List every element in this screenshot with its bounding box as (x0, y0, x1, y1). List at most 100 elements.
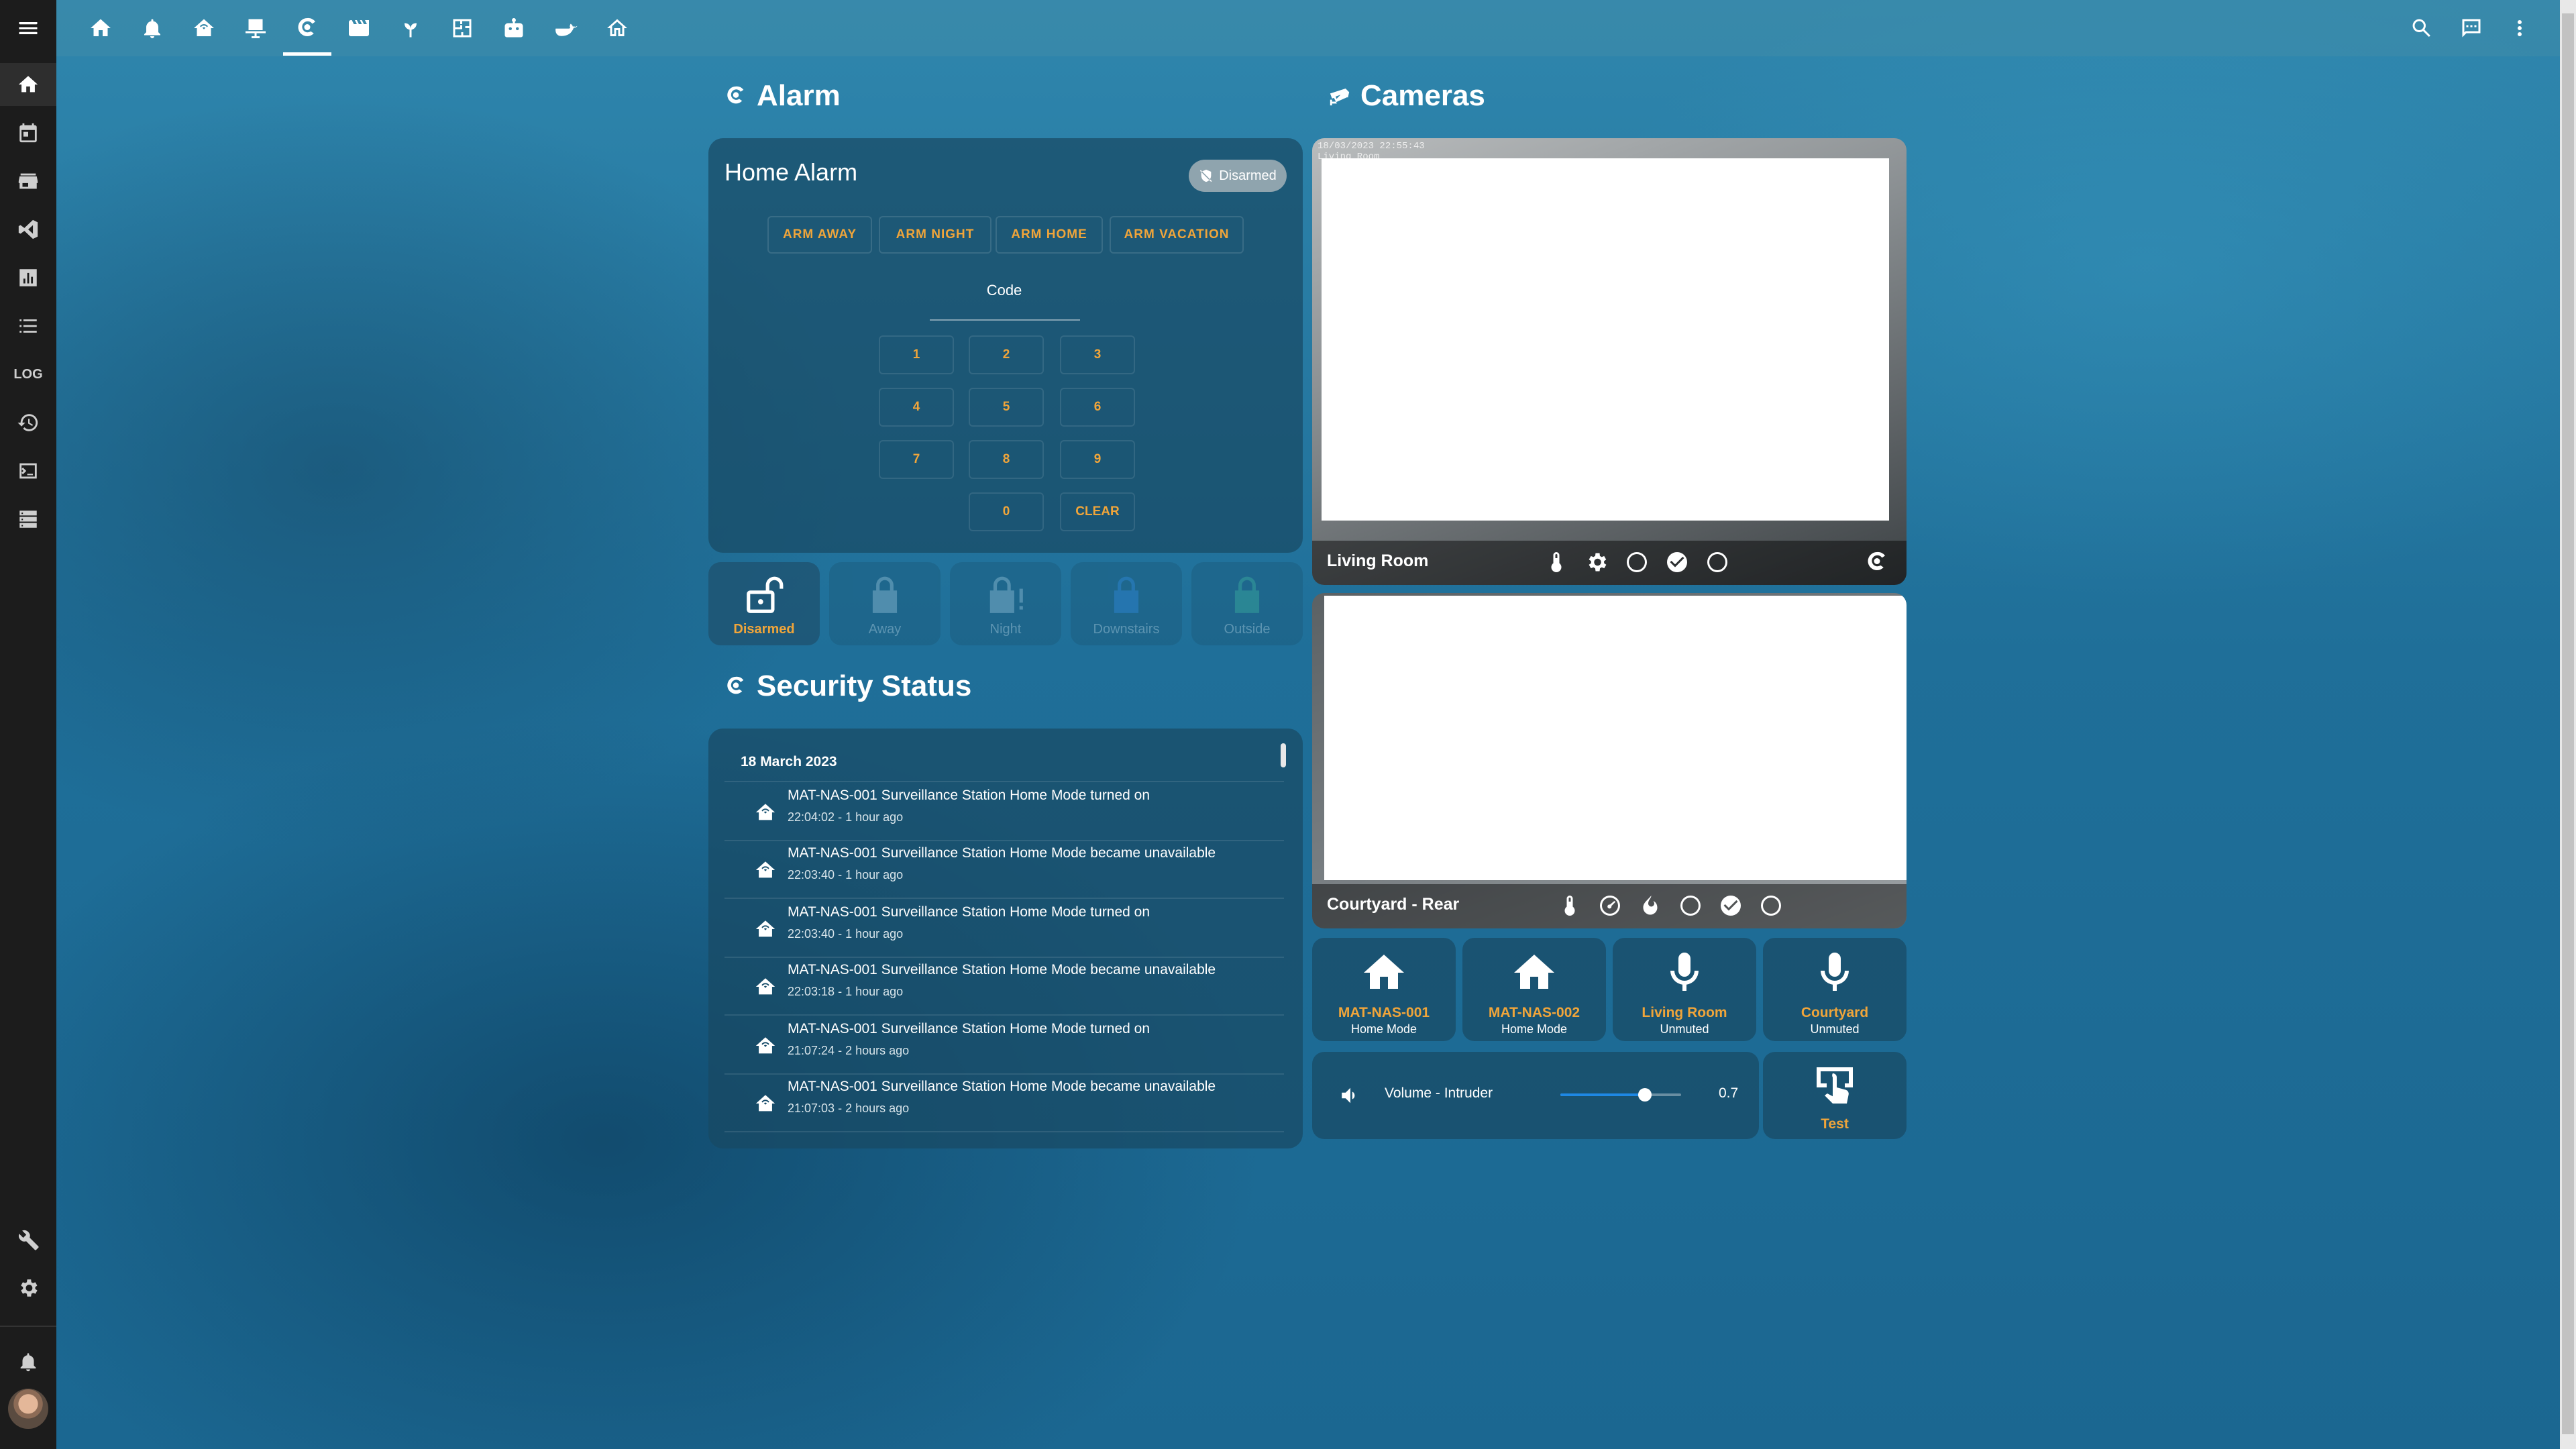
circle-outline-icon[interactable] (1678, 894, 1703, 918)
logbook-entry-time: 22:03:40 - 1 hour ago (788, 927, 904, 941)
keypad-5[interactable]: 5 (969, 388, 1044, 427)
tab-notifications[interactable] (136, 12, 168, 44)
keypad-8[interactable]: 8 (969, 440, 1044, 479)
logbook-entry-time: 22:04:02 - 1 hour ago (788, 810, 904, 824)
circle-outline-icon[interactable] (1625, 550, 1649, 574)
log-icon: LOG (13, 366, 43, 382)
tile-name: MAT-NAS-001 (1338, 1005, 1430, 1020)
arm-home-button[interactable]: ARM HOME (996, 216, 1103, 254)
menu-toggle[interactable] (12, 12, 44, 44)
sidebar-item-overview[interactable] (0, 63, 56, 106)
tab-desk[interactable] (239, 12, 272, 44)
sidebar-item-energy[interactable] (0, 256, 56, 299)
cctv-icon (727, 86, 744, 104)
mode-downstairs-button[interactable]: Downstairs (1071, 562, 1182, 645)
tile-courtyard-mic[interactable]: Courtyard Unmuted (1763, 938, 1907, 1041)
check-circle-icon[interactable] (1665, 550, 1689, 574)
gear-icon[interactable] (1585, 550, 1609, 574)
tab-home[interactable] (85, 12, 117, 44)
sidebar-item-vscode[interactable] (0, 208, 56, 251)
volume-slider-handle[interactable] (1638, 1088, 1652, 1102)
sidebar-item-developer-tools[interactable] (0, 1218, 56, 1261)
volume-card: Volume - Intruder 0.7 (1312, 1052, 1759, 1139)
check-circle-icon[interactable] (1719, 894, 1743, 918)
tile-mat-nas-001[interactable]: MAT-NAS-001 Home Mode (1312, 938, 1456, 1041)
thermometer-icon[interactable] (1544, 550, 1568, 574)
search-button[interactable] (2406, 12, 2438, 44)
keypad-4[interactable]: 4 (879, 388, 954, 427)
keypad-3[interactable]: 3 (1060, 335, 1135, 374)
keypad-7[interactable]: 7 (879, 440, 954, 479)
calendar-icon (19, 123, 37, 143)
sidebar-item-settings[interactable] (0, 1267, 56, 1309)
user-avatar[interactable] (8, 1389, 48, 1429)
logbook-entry[interactable]: MAT-NAS-001 Surveillance Station Home Mo… (724, 840, 1284, 899)
tile-mat-nas-002[interactable]: MAT-NAS-002 Home Mode (1462, 938, 1606, 1041)
tab-docker[interactable] (549, 12, 582, 44)
circle-outline-icon[interactable] (1759, 894, 1783, 918)
arm-night-button[interactable]: ARM NIGHT (879, 216, 991, 254)
sidebar-item-terminal[interactable] (0, 449, 56, 492)
sidebar-divider (0, 1326, 56, 1327)
sidebar-item-server[interactable] (0, 498, 56, 541)
sidebar-item-history[interactable] (0, 401, 56, 444)
camera-living-room[interactable]: 18/03/2023 22:55:43 Living Room Living R… (1312, 138, 1907, 585)
home-automation-icon (754, 975, 777, 998)
camera-courtyard-rear[interactable]: Courtyard - Rear (1312, 593, 1907, 928)
assist-button[interactable] (2455, 12, 2487, 44)
keypad-6[interactable]: 6 (1060, 388, 1135, 427)
volume-label: Volume - Intruder (1385, 1085, 1493, 1101)
logbook-entry[interactable]: MAT-NAS-001 Surveillance Station Home Mo… (724, 899, 1284, 958)
mode-disarmed-button[interactable]: Disarmed (708, 562, 820, 645)
page-scrollbar-thumb[interactable] (2562, 13, 2574, 1434)
sidebar-item-log[interactable]: LOG (0, 353, 56, 396)
keypad-1[interactable]: 1 (879, 335, 954, 374)
fire-icon[interactable] (1638, 894, 1662, 918)
keypad-clear[interactable]: CLEAR (1060, 492, 1135, 531)
tab-home-outline[interactable] (601, 12, 633, 44)
logbook-entry[interactable]: MAT-NAS-001 Surveillance Station Home Mo… (724, 1016, 1284, 1075)
speedometer-icon[interactable] (1598, 894, 1622, 918)
cctv-camera-icon (1330, 88, 1350, 106)
top-toolbar (56, 0, 2560, 56)
sidebar-item-calendar[interactable] (0, 111, 56, 154)
hammer-wrench-icon (18, 1230, 39, 1250)
camera-footer: Living Room (1312, 541, 1907, 585)
mode-outside-button[interactable]: Outside (1191, 562, 1303, 645)
tile-living-room-mic[interactable]: Living Room Unmuted (1613, 938, 1756, 1041)
logbook-scrollbar[interactable] (1281, 743, 1286, 767)
sidebar: LOG (0, 0, 56, 1449)
logbook-entry[interactable]: MAT-NAS-001 Surveillance Station Home Mo… (724, 1073, 1284, 1132)
logbook-entry[interactable]: MAT-NAS-001 Surveillance Station Home Mo… (724, 782, 1284, 841)
keypad-2[interactable]: 2 (969, 335, 1044, 374)
volume-slider-fill (1560, 1093, 1645, 1096)
thermometer-icon[interactable] (1558, 894, 1582, 918)
sidebar-item-todo[interactable] (0, 305, 56, 347)
tab-home-automation[interactable] (188, 12, 220, 44)
home-automation-icon (754, 918, 777, 941)
cctv-icon[interactable] (1865, 550, 1889, 574)
code-input[interactable]: Code (930, 282, 1079, 299)
overflow-menu-button[interactable] (2504, 12, 2536, 44)
gear-icon (21, 1279, 38, 1297)
keypad-0[interactable]: 0 (969, 492, 1044, 531)
desk-icon (246, 19, 266, 38)
circle-outline-icon[interactable] (1705, 550, 1729, 574)
keypad-9[interactable]: 9 (1060, 440, 1135, 479)
tab-security[interactable] (291, 12, 323, 44)
sidebar-item-store[interactable] (0, 160, 56, 203)
tile-state: Unmuted (1810, 1022, 1860, 1036)
gesture-tap-button-icon (1817, 1067, 1853, 1104)
tab-floorplan[interactable] (446, 12, 478, 44)
test-button[interactable]: Test (1763, 1052, 1907, 1139)
arm-vacation-button[interactable]: ARM VACATION (1110, 216, 1244, 254)
arm-away-button[interactable]: ARM AWAY (767, 216, 872, 254)
mode-away-button[interactable]: Away (829, 562, 941, 645)
volume-slider[interactable] (1560, 1088, 1681, 1102)
tab-robot[interactable] (498, 12, 530, 44)
logbook-entry[interactable]: MAT-NAS-001 Surveillance Station Home Mo… (724, 957, 1284, 1016)
tab-media[interactable] (343, 12, 375, 44)
tab-garden[interactable] (394, 12, 427, 44)
mode-night-button[interactable]: Night (950, 562, 1061, 645)
sidebar-item-notifications[interactable] (0, 1340, 56, 1383)
